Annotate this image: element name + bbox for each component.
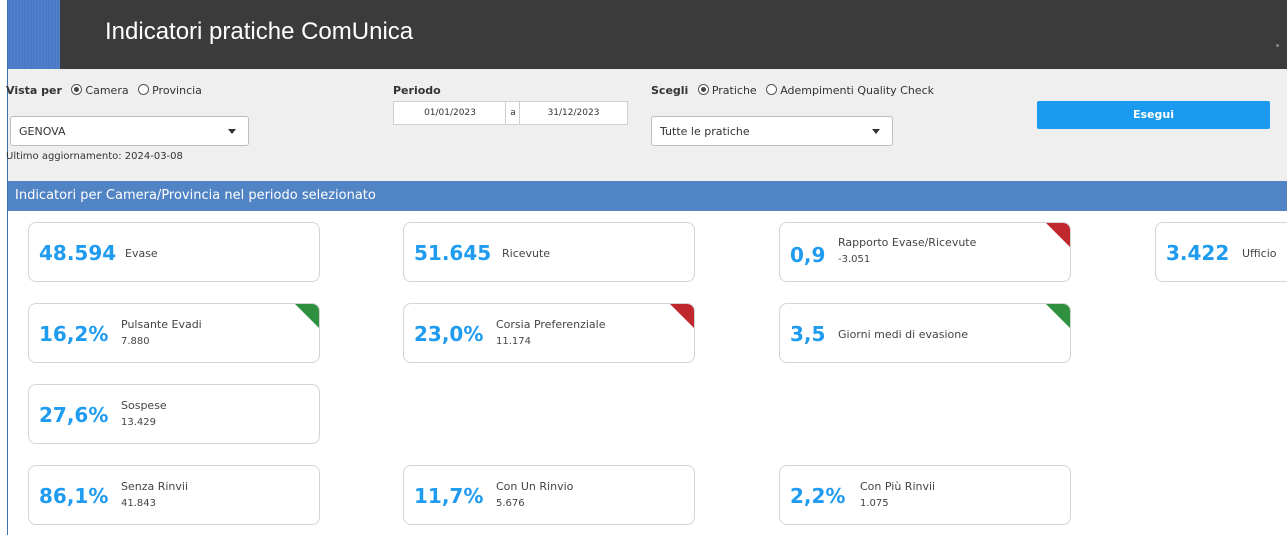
- date-from-input[interactable]: 01/01/2023: [393, 101, 507, 125]
- radio-provincia-label: Provincia: [152, 84, 202, 97]
- card-label: Ricevute: [502, 247, 551, 260]
- camera-select-value: GENOVA: [19, 125, 66, 138]
- radio-quality-check[interactable]: [766, 84, 778, 95]
- radio-provincia[interactable]: [138, 84, 150, 95]
- chevron-down-icon: [228, 129, 236, 134]
- green-flag-icon: [1046, 304, 1070, 328]
- card-pulsante-evadi: 16,2% Pulsante Evadi 7.880: [28, 303, 320, 363]
- red-flag-icon: [1046, 223, 1070, 247]
- section-header: Indicatori per Camera/Provincia nel peri…: [8, 181, 1287, 211]
- card-label: Rapporto Evase/Ricevute: [838, 236, 977, 249]
- card-sub: 7.880: [121, 336, 150, 347]
- header-accent: [8, 0, 60, 69]
- card-sub: 41.843: [121, 498, 156, 509]
- card-sub: -3.051: [838, 254, 871, 265]
- card-giorni-medi: 3,5 Giorni medi di evasione: [779, 303, 1071, 363]
- card-label: Con Un Rinvio: [496, 480, 574, 493]
- section-title: Indicatori per Camera/Provincia nel peri…: [15, 188, 376, 203]
- card-corsia-preferenziale: 23,0% Corsia Preferenziale 11.174: [403, 303, 695, 363]
- card-label: Sospese: [121, 399, 167, 412]
- radio-pratiche-label: Pratiche: [711, 84, 757, 97]
- card-sub: 13.429: [121, 417, 156, 428]
- filter-bar: Vista per Camera Provincia GENOVA Ultimo…: [6, 69, 1287, 181]
- card-value: 48.594: [39, 241, 117, 265]
- red-flag-icon: [670, 304, 694, 328]
- card-label: Ufficio: [1242, 247, 1277, 260]
- scegli-label: Scegli: [651, 84, 689, 97]
- card-label: Senza Rinvii: [121, 480, 189, 493]
- radio-pratiche[interactable]: [697, 84, 709, 95]
- card-rapporto: 0,9 Rapporto Evase/Ricevute -3.051: [779, 222, 1071, 282]
- card-value: 3.422: [1166, 241, 1230, 265]
- page-title: Indicatori pratiche ComUnica: [105, 18, 414, 45]
- card-label: Corsia Preferenziale: [496, 318, 606, 331]
- card-sospese: 27,6% Sospese 13.429: [28, 384, 320, 444]
- card-value: 23,0%: [414, 322, 484, 346]
- camera-select[interactable]: GENOVA: [10, 116, 249, 146]
- scegli-group: Scegli Pratiche Adempimenti Quality Chec…: [651, 84, 934, 97]
- card-value: 51.645: [414, 241, 492, 265]
- card-ricevute: 51.645 Ricevute: [403, 222, 695, 282]
- card-value: 11,7%: [414, 484, 484, 508]
- periodo-label: Periodo: [393, 84, 441, 97]
- last-update: Ultimo aggiornamento: 2024-03-08: [6, 151, 183, 162]
- header-dot: [1276, 44, 1279, 47]
- card-value: 27,6%: [39, 403, 109, 427]
- card-label: Pulsante Evadi: [121, 318, 202, 331]
- vista-per-group: Vista per Camera Provincia: [6, 84, 202, 97]
- card-label: Con Più Rinvii: [860, 480, 936, 493]
- card-evase: 48.594 Evase: [28, 222, 320, 282]
- card-sub: 1.075: [860, 498, 889, 509]
- vista-per-label: Vista per: [6, 84, 62, 97]
- execute-button[interactable]: Esegui: [1037, 101, 1270, 129]
- date-to-input[interactable]: 31/12/2023: [519, 101, 628, 125]
- card-sub: 11.174: [496, 336, 531, 347]
- card-sub: 5.676: [496, 498, 525, 509]
- card-label: Evase: [125, 247, 158, 260]
- app-header: Indicatori pratiche ComUnica: [8, 0, 1287, 69]
- card-value: 86,1%: [39, 484, 109, 508]
- card-label: Giorni medi di evasione: [838, 328, 968, 341]
- radio-quality-check-label: Adempimenti Quality Check: [780, 84, 934, 97]
- chevron-down-icon: [872, 129, 880, 134]
- card-value: 0,9: [790, 243, 826, 267]
- card-con-piu-rinvii: 2,2% Con Più Rinvii 1.075: [779, 465, 1071, 525]
- card-value: 3,5: [790, 322, 826, 346]
- pratiche-select-value: Tutte le pratiche: [660, 125, 750, 138]
- card-ufficio: 3.422 Ufficio: [1155, 222, 1287, 282]
- card-senza-rinvii: 86,1% Senza Rinvii 41.843: [28, 465, 320, 525]
- card-value: 2,2%: [790, 484, 846, 508]
- radio-camera-label: Camera: [85, 84, 129, 97]
- card-con-un-rinvio: 11,7% Con Un Rinvio 5.676: [403, 465, 695, 525]
- card-value: 16,2%: [39, 322, 109, 346]
- radio-camera[interactable]: [71, 84, 83, 95]
- pratiche-select[interactable]: Tutte le pratiche: [651, 116, 893, 146]
- green-flag-icon: [295, 304, 319, 328]
